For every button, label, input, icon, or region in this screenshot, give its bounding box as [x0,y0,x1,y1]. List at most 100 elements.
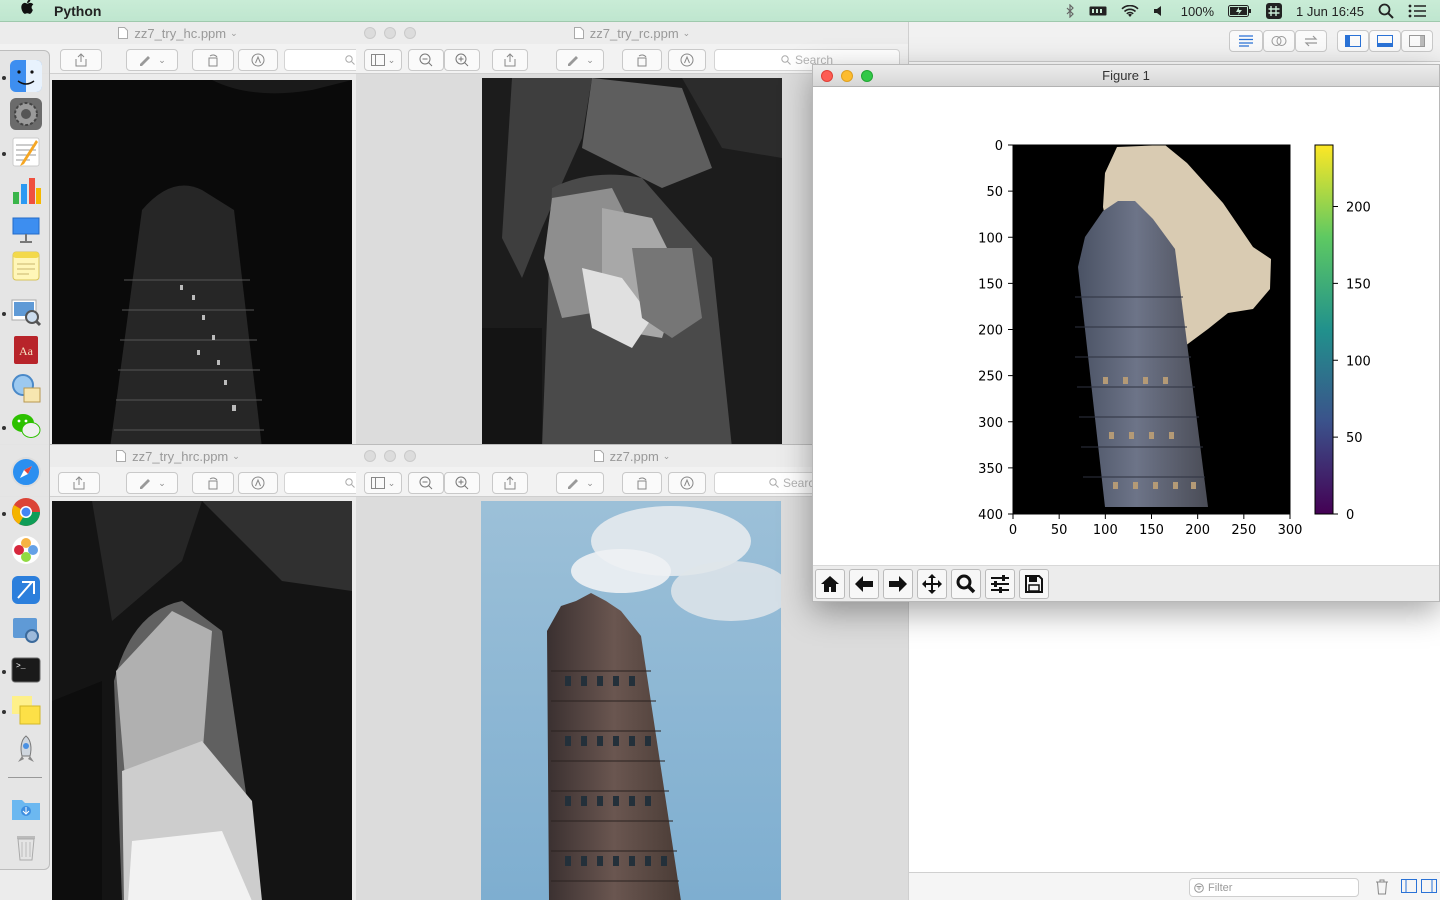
dictionary-icon[interactable]: Aa [9,333,43,367]
chevron-down-icon[interactable]: ⌄ [232,451,240,462]
split-view-right-icon[interactable] [1421,879,1437,896]
minimize-button[interactable] [841,70,853,82]
script-editor-icon[interactable] [9,371,43,405]
minimize-button[interactable] [384,27,396,39]
stickies-icon[interactable] [9,693,43,727]
list-view-icon[interactable] [1229,30,1263,52]
window-title[interactable]: zz7_try_hrc.ppm [132,449,228,464]
wechat-icon[interactable] [9,409,43,443]
memory-icon[interactable] [1089,0,1107,22]
window-title[interactable]: zz7_try_hc.ppm [134,26,226,41]
zoom-to-rect-button[interactable] [951,569,981,599]
running-indicator [2,312,6,316]
system-preferences-icon[interactable] [9,97,43,131]
downloads-folder-icon[interactable] [9,791,43,825]
zoom-button[interactable] [404,27,416,39]
preview-icon[interactable] [9,295,43,329]
rotate-button[interactable] [622,472,662,494]
zoom-out-button[interactable] [408,49,444,71]
share-button[interactable] [58,472,100,494]
search-icon [345,55,355,65]
pan-button[interactable] [917,569,947,599]
window-title[interactable]: zz7.ppm [610,449,659,464]
svg-text:>_: >_ [16,662,26,671]
launchpad-icon[interactable] [9,733,43,767]
document-icon [593,450,604,462]
chevron-down-icon[interactable]: ⌄ [683,28,691,39]
minimize-button[interactable] [384,450,396,462]
markup-pen-button[interactable]: ⌄ [126,49,178,71]
finder-icon[interactable] [9,59,43,93]
bottom-panel-toggle-icon[interactable] [1369,30,1401,52]
annotate-button[interactable] [238,49,278,71]
annotate-button[interactable] [238,472,278,494]
filter-field[interactable]: Filter [1189,878,1359,897]
share-button[interactable] [60,49,102,71]
markup-pen-button[interactable]: ⌄ [126,472,178,494]
close-button[interactable] [364,27,376,39]
sidebar-view-button[interactable]: ⌄ [364,472,402,494]
xcode-icon[interactable] [9,573,43,607]
markup-pen-button[interactable]: ⌄ [556,49,604,71]
numbers-icon[interactable] [9,173,43,207]
zoom-in-button[interactable] [444,472,480,494]
markup-pen-button[interactable]: ⌄ [556,472,604,494]
chevron-down-icon: ⌄ [387,54,396,65]
trash-icon[interactable] [9,829,43,863]
close-button[interactable] [821,70,833,82]
keynote-icon[interactable] [9,211,43,245]
zoom-button[interactable] [861,70,873,82]
link-icon[interactable] [1263,30,1295,52]
rotate-button[interactable] [622,49,662,71]
sidebar-view-button[interactable]: ⌄ [364,49,402,71]
photos-icon[interactable] [9,533,43,567]
clock[interactable]: 1 Jun 16:45 [1296,0,1364,22]
search-field[interactable] [284,49,356,71]
window-title[interactable]: zz7_try_rc.ppm [590,26,679,41]
rotate-icon [637,54,647,67]
zoom-button[interactable] [404,450,416,462]
back-button[interactable] [849,569,879,599]
svg-text:Aa: Aa [19,344,34,358]
app-store-icon[interactable] [9,613,43,647]
notification-center-icon[interactable] [1408,0,1426,22]
chrome-icon[interactable] [9,495,43,529]
close-button[interactable] [364,450,376,462]
share-button[interactable] [492,49,528,71]
notes-icon[interactable] [9,249,43,283]
rotate-button[interactable] [192,49,234,71]
image-hrc [52,501,352,900]
battery-icon[interactable] [1228,0,1252,22]
split-view-left-icon[interactable] [1401,879,1417,896]
zoom-in-button[interactable] [444,49,480,71]
bluetooth-icon[interactable] [1066,0,1075,22]
search-icon [345,478,355,488]
textedit-icon[interactable] [9,135,43,169]
figure-canvas[interactable]: 0 50 100 150 200 250 300 0 50 100 150 200 250 300 350… [813,87,1439,565]
spotlight-search-icon[interactable] [1378,0,1394,22]
chevron-down-icon[interactable]: ⌄ [663,451,671,462]
search-field[interactable] [284,472,356,494]
share-button[interactable] [492,472,528,494]
app-name-menu[interactable]: Python [54,3,101,19]
terminal-icon[interactable]: >_ [9,653,43,687]
zoom-out-button[interactable] [408,472,444,494]
rotate-button[interactable] [192,472,234,494]
apple-menu-icon[interactable] [20,0,40,22]
configure-subplots-button[interactable] [985,569,1015,599]
left-sidebar-toggle-icon[interactable] [1337,30,1369,52]
battery-percent[interactable]: 100% [1181,0,1214,22]
trash-icon[interactable] [1375,879,1389,898]
wifi-icon[interactable] [1121,0,1139,22]
volume-icon[interactable] [1153,0,1167,22]
home-button[interactable] [815,569,845,599]
chevron-down-icon[interactable]: ⌄ [230,28,238,39]
hashtag-app-icon[interactable] [1266,0,1283,22]
annotate-button[interactable] [668,472,706,494]
forward-button[interactable] [883,569,913,599]
right-sidebar-toggle-icon[interactable] [1401,30,1433,52]
save-figure-button[interactable] [1019,569,1049,599]
annotate-button[interactable] [668,49,706,71]
swap-icon[interactable] [1295,30,1327,52]
safari-icon[interactable] [9,455,43,489]
